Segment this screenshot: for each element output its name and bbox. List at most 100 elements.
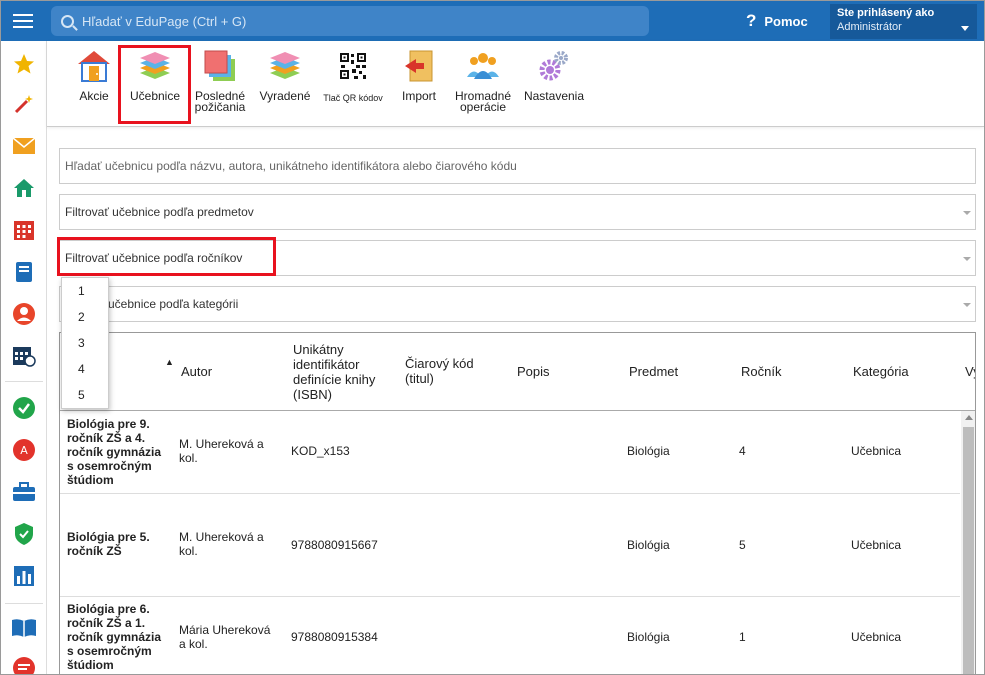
table-row[interactable]: Biológia pre 9. ročník ZŠ a 4. ročník gy… [60, 411, 960, 494]
subject-filter-label: Filtrovať učebnice podľa predmetov [65, 205, 254, 219]
user-menu[interactable]: Ste prihlásený ako Administrátor [830, 4, 977, 39]
open-book-icon[interactable] [11, 615, 37, 641]
top-bar: Hľadať v EduPage (Ctrl + G) ? Pomoc Ste … [1, 1, 984, 41]
help-label: Pomoc [764, 13, 808, 29]
bar-chart-icon[interactable] [11, 563, 37, 589]
calendar-grid-icon[interactable] [11, 217, 37, 243]
cell-title: Biológia pre 9. ročník ZŠ a 4. ročník gy… [67, 417, 162, 487]
mail-icon[interactable] [11, 133, 37, 159]
svg-text:A: A [20, 444, 28, 457]
cell-category: Učebnica [851, 538, 902, 552]
tool-akcie[interactable]: Akcie [74, 49, 114, 102]
grade-option[interactable]: 5 [62, 382, 108, 408]
col-barcode-line: Čiarový kód [405, 356, 474, 371]
col-barcode[interactable]: Čiarový kód (titul) [405, 356, 474, 386]
tool-label: Akcie [79, 89, 109, 103]
cell-grade: 4 [739, 444, 746, 458]
tool-label: Vyradené [259, 89, 311, 103]
tool-vyradene[interactable]: Vyradené [255, 49, 315, 102]
tool-label-line2: operácie [459, 100, 507, 114]
scroll-up-icon[interactable] [965, 415, 973, 420]
cell-isbn: 9788080915384 [291, 630, 378, 644]
chat-icon[interactable] [11, 655, 37, 674]
textbook-search-placeholder: Hľadať učebnicu podľa názvu, autora, uni… [65, 159, 517, 173]
cell-author: M. Uhereková a kol. [179, 530, 264, 558]
group-users-icon [466, 49, 500, 83]
table-row[interactable]: Biológia pre 5. ročník ZŠ M. Uhereková a… [60, 494, 960, 597]
cell-isbn: KOD_x153 [291, 444, 350, 458]
chevron-down-icon [961, 26, 969, 31]
cell-title: Biológia pre 6. ročník ZŠ a 1. ročník gy… [67, 602, 162, 672]
global-search-placeholder: Hľadať v EduPage (Ctrl + G) [82, 13, 247, 29]
subject-filter-select[interactable]: Filtrovať učebnice podľa predmetov [59, 194, 976, 230]
cell-title: Biológia pre 5. ročník ZŠ [67, 530, 150, 558]
cell-author: Mária Uhereková a kol. [179, 623, 271, 651]
highlight-grade-filter [57, 237, 276, 276]
category-filter-select[interactable]: učebnice podľa kategórii [59, 286, 976, 322]
cell-subject: Biológia [627, 538, 670, 552]
tool-tlac-qr-kodov[interactable]: Tlač QR kódov [321, 49, 385, 104]
tool-posledne-pozicania[interactable]: Posledné požičania [191, 49, 249, 113]
user-role: Administrátor [837, 21, 902, 33]
grade-icon[interactable]: A [11, 437, 37, 463]
app-window: Hľadať v EduPage (Ctrl + G) ? Pomoc Ste … [0, 0, 985, 675]
col-popis[interactable]: Popis [517, 364, 550, 379]
col-rocnik[interactable]: Ročník [741, 364, 781, 379]
gears-icon [537, 49, 571, 83]
check-circle-icon[interactable] [11, 395, 37, 421]
question-icon: ? [746, 11, 757, 30]
global-search-input[interactable]: Hľadať v EduPage (Ctrl + G) [51, 6, 649, 36]
scroll-thumb[interactable] [963, 427, 974, 674]
tool-label-line2: požičania [194, 100, 246, 114]
home-icon[interactable] [11, 175, 37, 201]
sort-asc-icon[interactable]: ▲ [165, 357, 174, 367]
highlight-ucebnice [118, 45, 191, 124]
user-icon[interactable] [11, 301, 37, 327]
col-isbn-line: definície knihy [293, 372, 376, 387]
col-autor[interactable]: Autor [181, 364, 212, 379]
cell-subject: Biológia [627, 630, 670, 644]
schedule-icon[interactable] [11, 343, 37, 369]
cell-category: Učebnica [851, 630, 902, 644]
grade-option[interactable]: 3 [62, 330, 108, 356]
category-filter-label: učebnice podľa kategórii [108, 297, 239, 311]
briefcase-icon[interactable] [11, 479, 37, 505]
col-isbn-line: identifikátor [293, 357, 360, 372]
tool-nastavenia[interactable]: Nastavenia [521, 49, 587, 102]
menu-icon[interactable] [1, 1, 45, 41]
search-icon [61, 14, 74, 28]
table-header: ▲ Autor Unikátny identifikátor definície… [60, 333, 975, 411]
textbook-search-input[interactable]: Hľadať učebnicu podľa názvu, autora, uni… [59, 148, 976, 184]
cell-category: Učebnica [851, 444, 902, 458]
shield-icon[interactable] [11, 521, 37, 547]
cell-subject: Biológia [627, 444, 670, 458]
table-scrollbar[interactable] [961, 411, 975, 674]
col-cut[interactable]: Vy [965, 364, 975, 379]
notebook-icon[interactable] [11, 259, 37, 285]
col-predmet[interactable]: Predmet [629, 364, 678, 379]
grade-dropdown-list: 1 2 3 4 5 [61, 277, 109, 409]
table-row[interactable]: Biológia pre 6. ročník ZŠ a 1. ročník gy… [60, 597, 960, 674]
tool-label: Import [401, 89, 436, 103]
grade-option[interactable]: 2 [62, 304, 108, 330]
tool-hromadne-operacie[interactable]: Hromadné operácie [451, 49, 515, 113]
cell-grade: 5 [739, 538, 746, 552]
col-isbn[interactable]: Unikátny identifikátor definície knihy (… [293, 342, 375, 402]
textbook-table: ▲ Autor Unikátny identifikátor definície… [59, 332, 976, 674]
cell-grade: 1 [739, 630, 746, 644]
tool-label: Nastavenia [523, 89, 585, 103]
tool-label: Tlač QR kódov [323, 93, 383, 103]
grade-option[interactable]: 1 [62, 278, 108, 304]
col-barcode-line: (titul) [405, 371, 434, 386]
col-isbn-line: Unikátny [293, 342, 344, 357]
recent-loans-icon [203, 49, 237, 83]
sidebar: A [1, 41, 47, 674]
help-button[interactable]: ? Pomoc [746, 11, 808, 31]
cell-isbn: 9788080915667 [291, 538, 378, 552]
magic-wand-icon[interactable] [11, 91, 37, 117]
tool-import[interactable]: Import [395, 49, 443, 102]
col-kategoria[interactable]: Kategória [853, 364, 909, 379]
grade-option[interactable]: 4 [62, 356, 108, 382]
cell-author: M. Uhereková a kol. [179, 437, 264, 465]
star-icon[interactable] [11, 51, 37, 77]
